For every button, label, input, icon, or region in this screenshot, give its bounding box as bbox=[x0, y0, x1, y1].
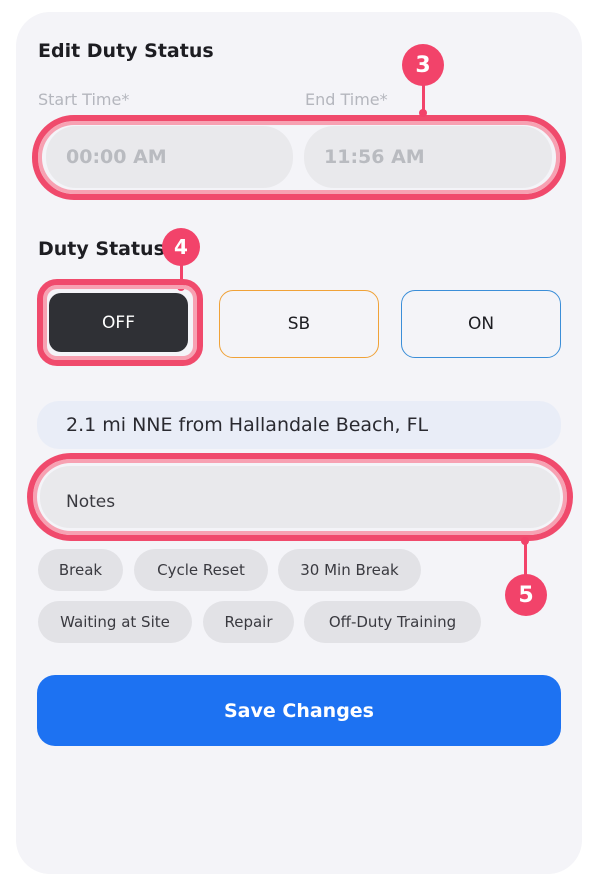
notes-input[interactable]: Notes bbox=[40, 466, 560, 528]
quick-note-chip[interactable]: 30 Min Break bbox=[278, 549, 421, 591]
quick-note-chip[interactable]: Cycle Reset bbox=[134, 549, 268, 591]
annotation-badge-5: 5 bbox=[505, 574, 547, 616]
quick-note-chip[interactable]: Repair bbox=[203, 601, 294, 643]
badge-3-anchor-dot bbox=[419, 109, 427, 117]
duty-sb-button[interactable]: SB bbox=[219, 290, 379, 358]
annotation-badge-4: 4 bbox=[162, 228, 200, 266]
form-title: Edit Duty Status bbox=[38, 40, 214, 62]
quick-note-chip[interactable]: Off-Duty Training bbox=[304, 601, 481, 643]
end-time-label: End Time* bbox=[305, 90, 388, 109]
quick-note-chip[interactable]: Waiting at Site bbox=[38, 601, 192, 643]
badge-5-connector bbox=[524, 541, 527, 575]
location-display: 2.1 mi NNE from Hallandale Beach, FL bbox=[37, 401, 561, 449]
duty-off-button[interactable]: OFF bbox=[49, 293, 188, 352]
duty-status-label: Duty Status bbox=[38, 238, 165, 260]
start-time-field[interactable]: 00:00 AM bbox=[46, 126, 293, 188]
quick-note-chip[interactable]: Break bbox=[38, 549, 123, 591]
end-time-field[interactable]: 11:56 AM bbox=[304, 126, 552, 188]
save-changes-button[interactable]: Save Changes bbox=[37, 675, 561, 746]
annotation-badge-3: 3 bbox=[402, 44, 444, 86]
duty-on-button[interactable]: ON bbox=[401, 290, 561, 358]
start-time-label: Start Time* bbox=[38, 90, 130, 109]
